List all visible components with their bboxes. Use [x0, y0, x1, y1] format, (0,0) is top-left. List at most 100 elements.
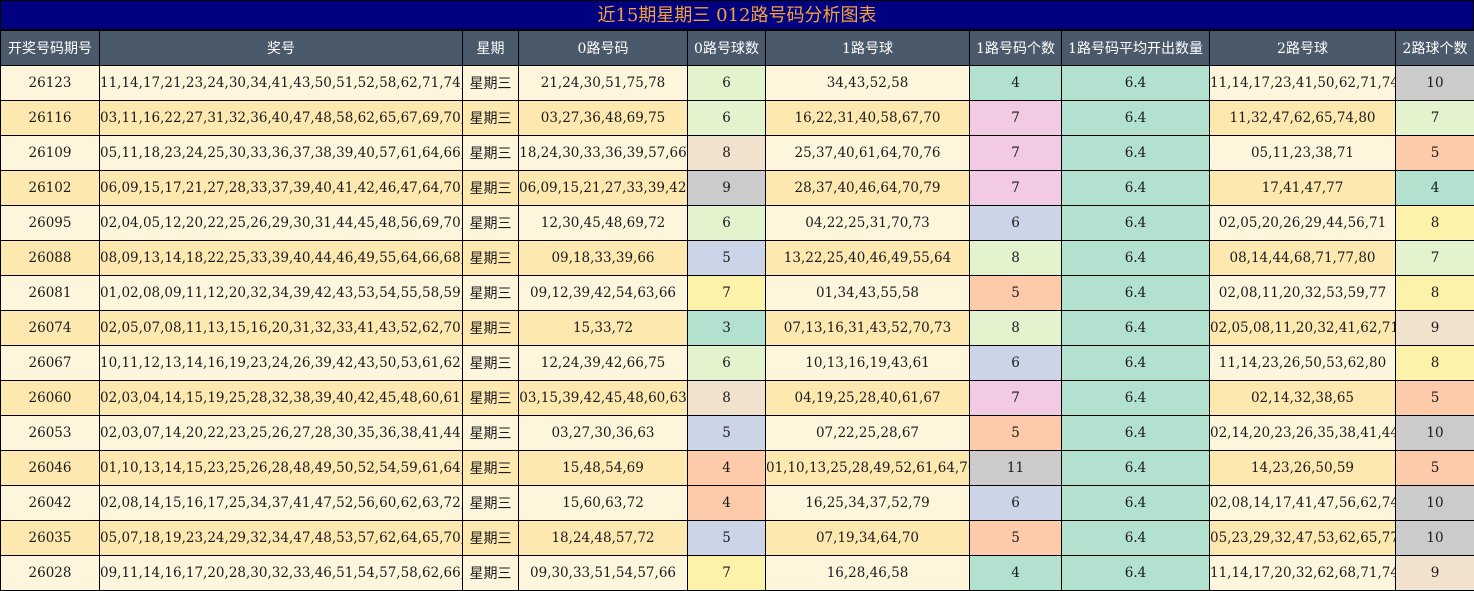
cell-route1-average: 6.4 [1062, 311, 1210, 346]
cell-route1-count: 6 [970, 346, 1062, 381]
table-row: 2608101,02,08,09,11,12,20,32,34,39,42,43… [1, 276, 1474, 311]
table-row: 2607402,05,07,08,11,13,15,16,20,31,32,33… [1, 311, 1474, 346]
cell-route1-average: 6.4 [1062, 136, 1210, 171]
analysis-chart: 近15期星期三 012路号码分析图表 开奖号码期号 奖号 星期 0路号码 0路号… [0, 0, 1474, 589]
cell-route1-average: 6.4 [1062, 381, 1210, 416]
cell-route1-numbers: 10,13,16,19,43,61 [766, 346, 970, 381]
cell-weekday: 星期三 [463, 66, 519, 101]
cell-issue: 26046 [1, 451, 100, 486]
table-row: 2604202,08,14,15,16,17,25,34,37,41,47,52… [1, 486, 1474, 521]
cell-route2-count: 10 [1396, 521, 1474, 556]
cell-route1-count: 5 [970, 521, 1062, 556]
header-route1: 1路号球 [766, 31, 970, 66]
cell-weekday: 星期三 [463, 241, 519, 276]
cell-route2-count: 7 [1396, 241, 1474, 276]
cell-route2-numbers: 17,41,47,77 [1210, 171, 1396, 206]
cell-route0-count: 7 [688, 556, 766, 591]
header-issue: 开奖号码期号 [1, 31, 100, 66]
cell-numbers: 02,03,04,14,15,19,25,28,32,38,39,40,42,4… [100, 381, 463, 416]
cell-issue: 26035 [1, 521, 100, 556]
cell-numbers: 02,05,07,08,11,13,15,16,20,31,32,33,41,4… [100, 311, 463, 346]
cell-route1-numbers: 01,34,43,55,58 [766, 276, 970, 311]
cell-route0-count: 5 [688, 521, 766, 556]
cell-route1-average: 6.4 [1062, 486, 1210, 521]
cell-issue: 26060 [1, 381, 100, 416]
cell-route0-count: 4 [688, 486, 766, 521]
cell-route0-numbers: 03,27,30,36,63 [519, 416, 688, 451]
cell-route2-count: 5 [1396, 136, 1474, 171]
cell-numbers: 02,08,14,15,16,17,25,34,37,41,47,52,56,6… [100, 486, 463, 521]
header-route0: 0路号码 [519, 31, 688, 66]
cell-route1-numbers: 28,37,40,46,64,70,79 [766, 171, 970, 206]
cell-route0-numbers: 15,48,54,69 [519, 451, 688, 486]
table-row: 2603505,07,18,19,23,24,29,32,34,47,48,53… [1, 521, 1474, 556]
cell-route1-numbers: 13,22,25,40,46,49,55,64 [766, 241, 970, 276]
cell-route0-count: 3 [688, 311, 766, 346]
cell-weekday: 星期三 [463, 416, 519, 451]
cell-weekday: 星期三 [463, 276, 519, 311]
cell-route0-numbers: 15,60,63,72 [519, 486, 688, 521]
header-numbers: 奖号 [100, 31, 463, 66]
cell-weekday: 星期三 [463, 381, 519, 416]
table-row: 2612311,14,17,21,23,24,30,34,41,43,50,51… [1, 66, 1474, 101]
table-body: 2612311,14,17,21,23,24,30,34,41,43,50,51… [1, 66, 1474, 591]
cell-route2-numbers: 02,08,11,20,32,53,59,77 [1210, 276, 1396, 311]
cell-route1-numbers: 07,13,16,31,43,52,70,73 [766, 311, 970, 346]
cell-weekday: 星期三 [463, 101, 519, 136]
table-row: 2610206,09,15,17,21,27,28,33,37,39,40,41… [1, 171, 1474, 206]
cell-numbers: 02,04,05,12,20,22,25,26,29,30,31,44,45,4… [100, 206, 463, 241]
cell-issue: 26028 [1, 556, 100, 591]
cell-issue: 26067 [1, 346, 100, 381]
cell-route1-numbers: 04,22,25,31,70,73 [766, 206, 970, 241]
cell-numbers: 06,09,15,17,21,27,28,33,37,39,40,41,42,4… [100, 171, 463, 206]
cell-weekday: 星期三 [463, 556, 519, 591]
cell-route1-count: 8 [970, 311, 1062, 346]
header-row: 开奖号码期号 奖号 星期 0路号码 0路号球数 1路号球 1路号码个数 1路号码… [1, 31, 1474, 66]
cell-route2-count: 5 [1396, 451, 1474, 486]
cell-route1-average: 6.4 [1062, 101, 1210, 136]
cell-issue: 26102 [1, 171, 100, 206]
cell-issue: 26053 [1, 416, 100, 451]
cell-issue: 26109 [1, 136, 100, 171]
cell-route0-numbers: 09,30,33,51,54,57,66 [519, 556, 688, 591]
cell-route2-count: 10 [1396, 486, 1474, 521]
cell-route2-numbers: 02,14,32,38,65 [1210, 381, 1396, 416]
cell-route2-numbers: 02,08,14,17,41,47,56,62,74,77 [1210, 486, 1396, 521]
cell-route0-numbers: 03,27,36,48,69,75 [519, 101, 688, 136]
table-row: 2608808,09,13,14,18,22,25,33,39,40,44,46… [1, 241, 1474, 276]
cell-route1-count: 7 [970, 136, 1062, 171]
cell-issue: 26095 [1, 206, 100, 241]
cell-issue: 26088 [1, 241, 100, 276]
header-route2-count: 2路球个数 [1396, 31, 1474, 66]
cell-numbers: 08,09,13,14,18,22,25,33,39,40,44,46,49,5… [100, 241, 463, 276]
table-row: 2611603,11,16,22,27,31,32,36,40,47,48,58… [1, 101, 1474, 136]
cell-route0-numbers: 09,18,33,39,66 [519, 241, 688, 276]
cell-route1-count: 6 [970, 486, 1062, 521]
analysis-table: 开奖号码期号 奖号 星期 0路号码 0路号球数 1路号球 1路号码个数 1路号码… [0, 30, 1474, 591]
cell-route2-count: 8 [1396, 276, 1474, 311]
cell-route0-count: 6 [688, 346, 766, 381]
table-row: 2605302,03,07,14,20,22,23,25,26,27,28,30… [1, 416, 1474, 451]
table-row: 2602809,11,14,16,17,20,28,30,32,33,46,51… [1, 556, 1474, 591]
header-route1-average: 1路号码平均开出数量 [1062, 31, 1210, 66]
cell-weekday: 星期三 [463, 206, 519, 241]
cell-numbers: 02,03,07,14,20,22,23,25,26,27,28,30,35,3… [100, 416, 463, 451]
header-route1-count: 1路号码个数 [970, 31, 1062, 66]
cell-route0-numbers: 06,09,15,21,27,33,39,42,78 [519, 171, 688, 206]
cell-issue: 26123 [1, 66, 100, 101]
cell-numbers: 10,11,12,13,14,16,19,23,24,26,39,42,43,5… [100, 346, 463, 381]
cell-route2-count: 4 [1396, 171, 1474, 206]
cell-weekday: 星期三 [463, 486, 519, 521]
cell-route1-count: 6 [970, 206, 1062, 241]
cell-weekday: 星期三 [463, 136, 519, 171]
cell-route1-average: 6.4 [1062, 451, 1210, 486]
cell-weekday: 星期三 [463, 346, 519, 381]
cell-issue: 26116 [1, 101, 100, 136]
cell-route0-numbers: 15,33,72 [519, 311, 688, 346]
cell-route1-average: 6.4 [1062, 171, 1210, 206]
cell-numbers: 05,07,18,19,23,24,29,32,34,47,48,53,57,6… [100, 521, 463, 556]
cell-route1-average: 6.4 [1062, 241, 1210, 276]
cell-route1-count: 7 [970, 171, 1062, 206]
cell-route2-numbers: 02,14,20,23,26,35,38,41,44,68 [1210, 416, 1396, 451]
cell-route2-numbers: 08,14,44,68,71,77,80 [1210, 241, 1396, 276]
